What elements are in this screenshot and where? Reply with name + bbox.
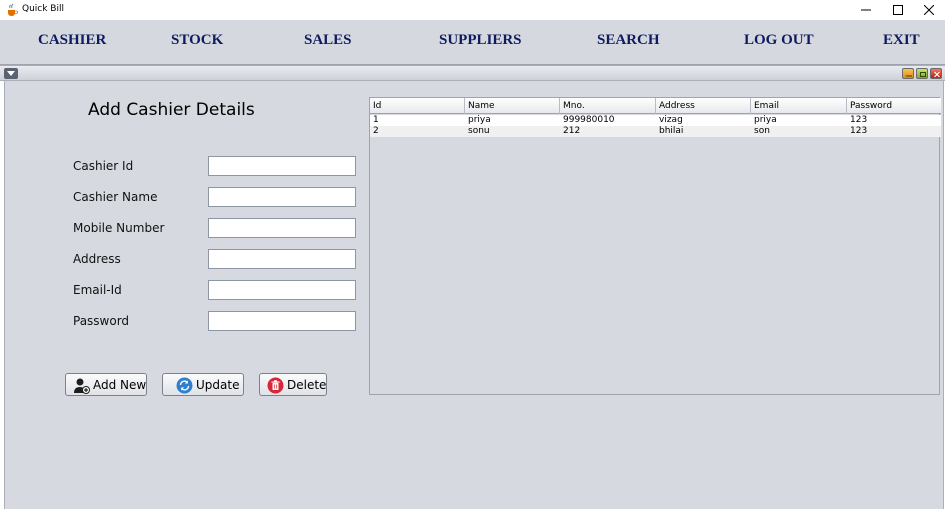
mobile-number-label: Mobile Number [73,221,165,235]
form-heading: Add Cashier Details [88,100,255,120]
menu-stock[interactable]: STOCK [171,32,223,49]
cell-name: priya [468,115,491,125]
cell-email: priya [754,115,777,125]
update-label: Update [196,378,240,392]
menu-logout[interactable]: LOG OUT [744,32,814,49]
add-new-label: Add New [93,378,147,392]
cell-name: sonu [468,126,490,136]
main-menubar: CASHIER STOCK SALES SUPPLIERS SEARCH LOG… [0,20,945,65]
minimize-icon[interactable] [850,0,882,20]
frame-close-icon[interactable] [930,68,942,79]
email-id-label: Email-Id [73,283,122,297]
maximize-icon[interactable] [882,0,914,20]
table-header: Id Name Mno. Address Email Password [370,98,941,114]
add-new-button[interactable]: Add New [65,373,147,396]
java-app-icon [6,3,19,16]
window-title: Quick Bill [22,4,64,14]
cell-email: son [754,126,770,136]
close-icon[interactable] [913,0,945,20]
column-header-address[interactable]: Address [656,98,751,114]
cell-address: vizag [659,115,683,125]
table-row[interactable]: 1 priya 999980010 vizag priya 123 [370,115,941,126]
frame-maximize-icon[interactable] [916,68,928,79]
column-header-mno[interactable]: Mno. [560,98,656,114]
delete-label: Delete [287,378,327,392]
add-user-icon [73,377,90,394]
mobile-number-field[interactable] [208,218,356,238]
internal-frame-titlebar [0,65,945,81]
cell-password: 123 [850,115,868,125]
system-menu-icon[interactable] [4,68,18,79]
cell-password: 123 [850,126,868,136]
cell-id: 2 [373,126,379,136]
delete-button[interactable]: Delete [259,373,327,396]
cell-id: 1 [373,115,379,125]
password-label: Password [73,314,130,328]
menu-cashier[interactable]: CASHIER [38,32,106,49]
menu-search[interactable]: SEARCH [597,32,660,49]
address-label: Address [73,252,121,266]
cell-mno: 999980010 [563,115,615,125]
table-row[interactable]: 2 sonu 212 bhilai son 123 [370,126,941,137]
password-field[interactable] [208,311,356,331]
column-header-email[interactable]: Email [751,98,847,114]
trash-icon [267,377,284,394]
cashier-id-label: Cashier Id [73,159,134,173]
column-header-name[interactable]: Name [465,98,560,114]
address-field[interactable] [208,249,356,269]
column-header-id[interactable]: Id [370,98,465,114]
menu-exit[interactable]: EXIT [883,32,920,49]
cell-address: bhilai [659,126,684,136]
cashier-name-label: Cashier Name [73,190,158,204]
cell-mno: 212 [563,126,581,136]
email-id-field[interactable] [208,280,356,300]
menu-suppliers[interactable]: SUPPLIERS [439,32,522,49]
frame-iconify-icon[interactable] [902,68,914,79]
cashier-id-field[interactable] [208,156,356,176]
update-button[interactable]: Update [162,373,244,396]
cashier-name-field[interactable] [208,187,356,207]
refresh-icon [176,377,193,394]
cashier-table[interactable]: Id Name Mno. Address Email Password 1 pr… [369,97,941,395]
menu-sales[interactable]: SALES [304,32,352,49]
column-header-password[interactable]: Password [847,98,941,114]
window-titlebar: Quick Bill [0,0,945,20]
